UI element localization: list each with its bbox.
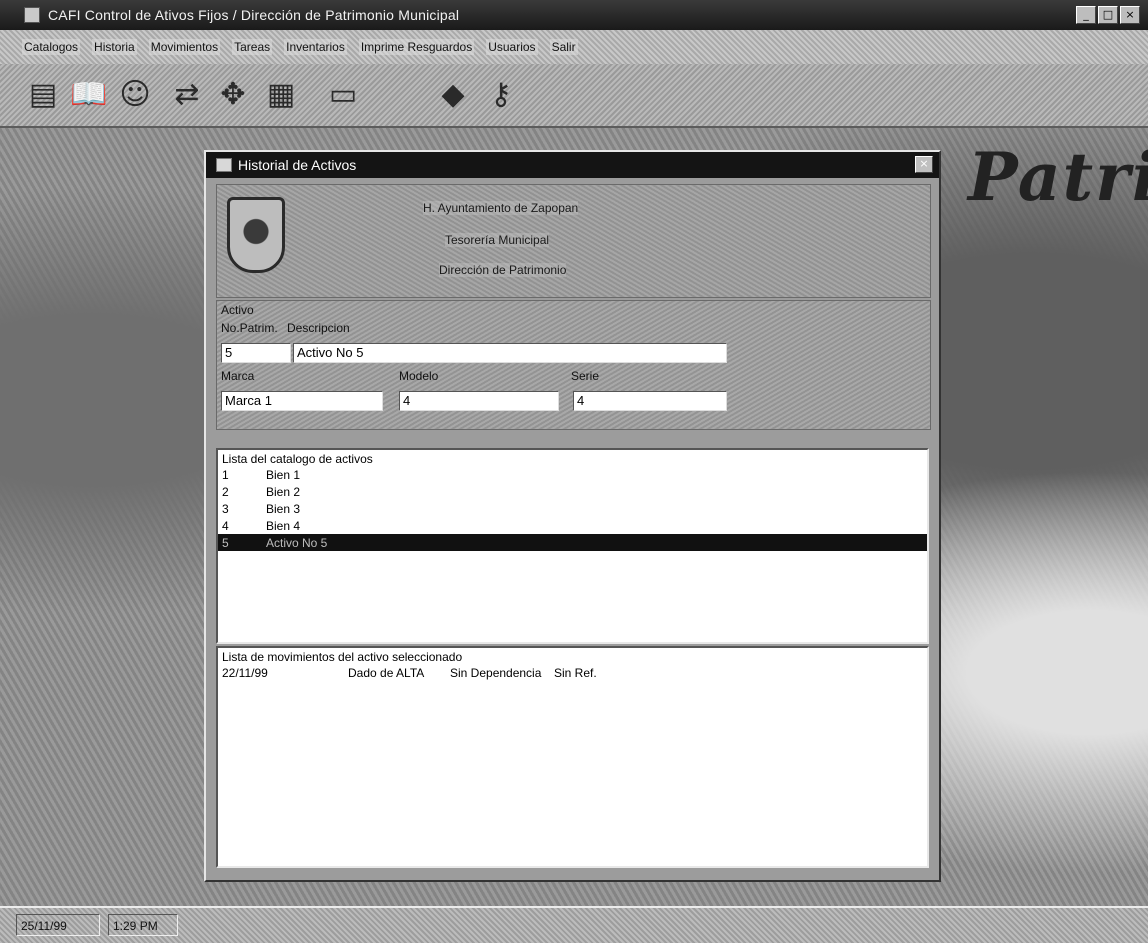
- menu-salir[interactable]: Salir: [549, 39, 578, 55]
- transfer-icon[interactable]: ⇄: [166, 72, 208, 116]
- app-title: CAFI Control de Ativos Fijos / Dirección…: [48, 7, 460, 23]
- list-item-no: 3: [222, 501, 229, 516]
- menu-inventarios[interactable]: Inventarios: [284, 39, 347, 55]
- menu-catalogos[interactable]: Catalogos: [22, 39, 81, 55]
- list-item-no: 2: [222, 484, 229, 499]
- movement-ref: Sin Ref.: [554, 665, 597, 680]
- list-item-no: 4: [222, 518, 229, 533]
- org-line-1: H. Ayuntamiento de Zapopan: [423, 201, 579, 215]
- modelo-label: Modelo: [399, 369, 439, 383]
- keys-icon[interactable]: ⚷: [480, 72, 522, 116]
- marca-field[interactable]: Marca 1: [221, 391, 383, 411]
- movements-list-caption: Lista de movimientos del activo seleccio…: [222, 650, 463, 664]
- catalog-list[interactable]: Lista del catalogo de activos 1 Bien 1 2…: [216, 448, 929, 644]
- historial-title-bar[interactable]: Historial de Activos ×: [206, 152, 939, 178]
- historial-title: Historial de Activos: [238, 157, 357, 173]
- document-icon[interactable]: ▦: [260, 72, 302, 116]
- historial-window: Historial de Activos × H. Ayuntamiento d…: [204, 150, 941, 882]
- menu-imprime-resguardos[interactable]: Imprime Resguardos: [358, 39, 475, 55]
- list-item-desc: Bien 2: [266, 484, 301, 499]
- map-icon[interactable]: ✥: [212, 72, 254, 116]
- descripcion-label: Descripcion: [287, 321, 350, 335]
- catalog-icon[interactable]: ▤: [22, 72, 64, 116]
- status-bar: 25/11/99 1:29 PM: [0, 906, 1148, 943]
- printer-icon[interactable]: ◆: [432, 72, 474, 116]
- maximize-button[interactable]: □: [1098, 6, 1118, 24]
- org-header: H. Ayuntamiento de Zapopan Tesorería Mun…: [216, 184, 931, 298]
- table-row[interactable]: 22/11/99 Dado de ALTA Sin Dependencia Si…: [218, 664, 927, 681]
- toolbar: ▤ 📖 ☺ ⇄ ✥ ▦ ▭ ◆ ⚷: [0, 64, 1148, 128]
- list-item-desc: Activo No 5: [266, 535, 328, 550]
- descripcion-field[interactable]: Activo No 5: [293, 343, 727, 363]
- menu-historia[interactable]: Historia: [92, 39, 137, 55]
- status-time: 1:29 PM: [108, 914, 178, 936]
- background-logo-text: Patri: [968, 138, 1148, 216]
- serie-field[interactable]: 4: [573, 391, 727, 411]
- movements-list[interactable]: Lista de movimientos del activo seleccio…: [216, 646, 929, 868]
- movement-type: Dado de ALTA: [348, 665, 425, 680]
- org-line-2: Tesorería Municipal: [445, 233, 550, 247]
- menu-tareas[interactable]: Tareas: [232, 39, 273, 55]
- list-item[interactable]: 2 Bien 2: [218, 483, 927, 500]
- status-date: 25/11/99: [16, 914, 100, 936]
- book-icon[interactable]: 📖: [68, 72, 110, 116]
- no-patrim-label: No.Patrim.: [221, 321, 278, 335]
- list-item-no: 1: [222, 467, 229, 482]
- list-item[interactable]: 1 Bien 1: [218, 466, 927, 483]
- minimize-button[interactable]: _: [1076, 6, 1096, 24]
- folder-icon[interactable]: ▭: [322, 72, 364, 116]
- menu-bar: Catalogos Historia Movimientos Tareas In…: [0, 30, 1148, 64]
- no-patrim-field[interactable]: 5: [221, 343, 291, 363]
- list-item[interactable]: 3 Bien 3: [218, 500, 927, 517]
- list-item-no: 5: [222, 535, 229, 550]
- serie-label: Serie: [571, 369, 600, 383]
- marca-label: Marca: [221, 369, 255, 383]
- movement-date: 22/11/99: [222, 665, 268, 680]
- menu-movimientos[interactable]: Movimientos: [148, 39, 221, 55]
- municipal-crest-icon: [227, 197, 285, 273]
- window-icon: [216, 158, 232, 172]
- list-item-desc: Bien 1: [266, 467, 301, 482]
- menu-usuarios[interactable]: Usuarios: [486, 39, 538, 55]
- close-button[interactable]: ×: [1120, 6, 1140, 24]
- org-line-3: Dirección de Patrimonio: [439, 263, 567, 277]
- user-icon[interactable]: ☺: [114, 72, 156, 116]
- window-controls: _ □ ×: [1076, 6, 1140, 24]
- app-icon: [24, 7, 40, 23]
- list-item-selected[interactable]: 5 Activo No 5: [218, 534, 927, 551]
- catalog-list-caption: Lista del catalogo de activos: [222, 452, 373, 466]
- historial-close-button[interactable]: ×: [915, 156, 933, 173]
- app-title-bar[interactable]: CAFI Control de Ativos Fijos / Dirección…: [0, 0, 1148, 30]
- list-item[interactable]: 4 Bien 4: [218, 517, 927, 534]
- list-item-desc: Bien 4: [266, 518, 301, 533]
- list-item-desc: Bien 3: [266, 501, 301, 516]
- asset-form: Activo No.Patrim. Descripcion 5 Activo N…: [216, 300, 931, 430]
- movement-dependencia: Sin Dependencia: [450, 665, 542, 680]
- modelo-field[interactable]: 4: [399, 391, 559, 411]
- activo-section-label: Activo: [221, 303, 254, 317]
